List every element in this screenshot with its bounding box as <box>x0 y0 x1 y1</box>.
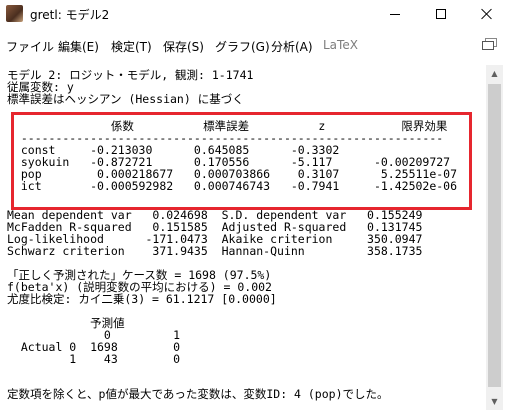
scroll-down-arrow-icon[interactable]: ▼ <box>486 393 503 410</box>
window-title: gretl: モデル2 <box>30 8 110 22</box>
menu-save[interactable]: 保存(S) <box>163 38 204 55</box>
menu-edit[interactable]: 編集(E) <box>58 38 99 55</box>
title-bar: gretl: モデル2 <box>0 0 510 28</box>
menu-file[interactable]: ファイル <box>6 38 54 55</box>
output-line: 定数項を除くと、p値が最大であった変数は、変数ID: 4 (pop)でした。 <box>7 387 389 401</box>
scroll-up-arrow-icon[interactable]: ▲ <box>486 65 503 82</box>
prediction-row: 1 43 0 <box>7 352 181 366</box>
menu-graphs[interactable]: グラフ(G) <box>215 38 270 55</box>
vertical-scrollbar[interactable]: ▲ ▼ <box>486 65 503 410</box>
menu-tests[interactable]: 検定(T) <box>111 38 152 55</box>
output-line: 標準誤差はヘッシアン (Hessian) に基づく <box>7 92 244 106</box>
close-icon <box>481 8 493 20</box>
minimize-icon <box>390 13 400 15</box>
maximize-button[interactable] <box>418 0 464 28</box>
maximize-icon <box>436 9 446 19</box>
coefficient-table-highlight <box>11 112 472 210</box>
output-line: 尤度比検定: カイ二乗(3) = 61.1217 [0.0000] <box>7 292 277 306</box>
menu-latex[interactable]: LaTeX <box>323 38 358 52</box>
menu-bar: ファイル 編集(E) 検定(T) 保存(S) グラフ(G) 分析(A) LaTe… <box>0 28 510 62</box>
close-button[interactable] <box>464 0 510 28</box>
restore-window-icon[interactable] <box>482 38 498 51</box>
minimize-button[interactable] <box>372 0 418 28</box>
menu-analysis[interactable]: 分析(A) <box>271 38 313 55</box>
scrollbar-thumb[interactable] <box>488 84 501 387</box>
gretl-app-icon <box>6 5 23 22</box>
stats-row: Schwarz criterion 371.9435 Hannan-Quinn … <box>7 244 423 258</box>
